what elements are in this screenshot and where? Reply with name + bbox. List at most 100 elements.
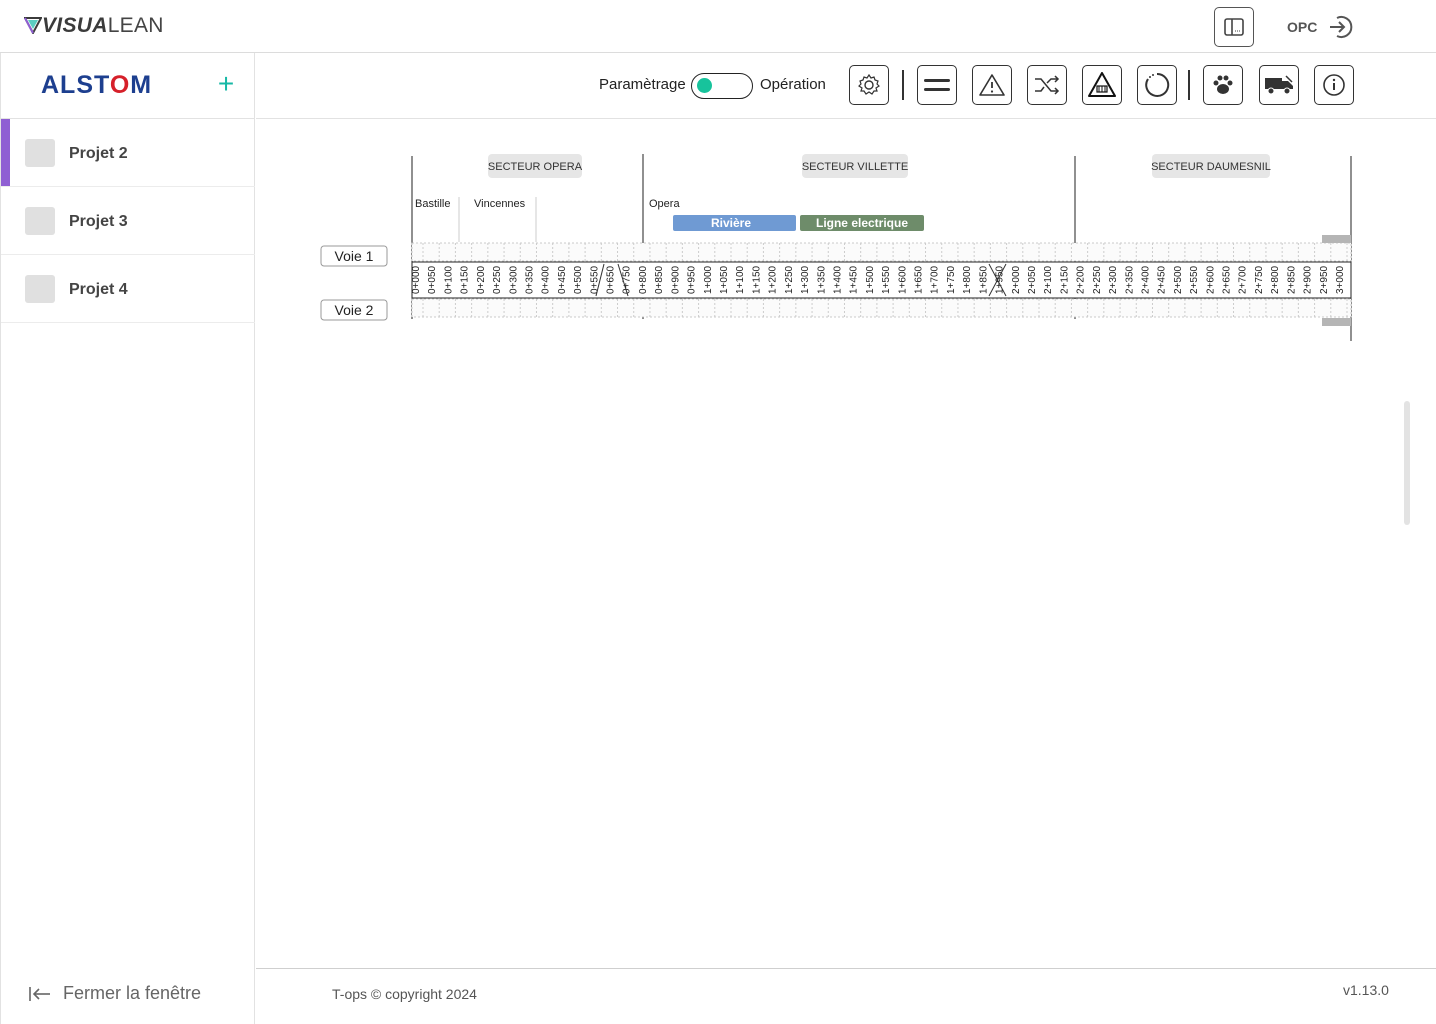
project-label: Projet 4 <box>69 281 128 298</box>
km-label: 2+350 <box>1124 265 1135 294</box>
km-label: 2+700 <box>1238 265 1249 294</box>
km-label: 2+400 <box>1140 265 1151 294</box>
sector-header: SECTEUR VILLETTE <box>802 154 908 178</box>
project-label: Projet 3 <box>69 213 128 230</box>
km-label: 2+050 <box>1027 265 1038 294</box>
info-button[interactable] <box>1314 65 1354 105</box>
sector-header: SECTEUR DAUMESNIL <box>1151 154 1271 178</box>
mode-label-parametrage: Paramètrage <box>599 76 686 93</box>
km-label: 0+100 <box>443 265 454 294</box>
project-thumbnail <box>25 275 55 303</box>
toggle-knob <box>697 78 712 93</box>
road-warning-button[interactable] <box>1082 65 1122 105</box>
km-label: 1+750 <box>946 265 957 294</box>
km-label: 0+950 <box>687 265 698 294</box>
km-label: 0+250 <box>492 265 503 294</box>
km-label: 2+600 <box>1205 265 1216 294</box>
top-bar: VISUALEAN OPC <box>0 0 1436 53</box>
track-label-text: Voie 1 <box>335 248 374 264</box>
equals-button[interactable] <box>917 65 957 105</box>
logout-button[interactable] <box>1328 14 1354 45</box>
km-label: 1+300 <box>800 265 811 294</box>
km-label: 1+600 <box>897 265 908 294</box>
paw-icon <box>1213 75 1233 94</box>
km-label: 1+800 <box>962 265 973 294</box>
layout-icon <box>1224 18 1244 36</box>
km-label: 0+000 <box>411 265 422 294</box>
shuffle-button[interactable] <box>1027 65 1067 105</box>
logout-icon <box>1330 16 1353 38</box>
km-label: 1+150 <box>751 265 762 294</box>
km-label: 0+650 <box>606 265 617 294</box>
km-label: 2+750 <box>1254 265 1265 294</box>
km-label: 1+000 <box>703 265 714 294</box>
km-label: 1+650 <box>914 265 925 294</box>
logo-strong: VISUA <box>42 14 108 37</box>
settings-button[interactable] <box>849 65 889 105</box>
km-label: 1+700 <box>930 265 941 294</box>
refresh-button[interactable] <box>1137 65 1177 105</box>
animals-button[interactable] <box>1203 65 1243 105</box>
add-project-button[interactable]: + <box>213 70 239 98</box>
km-label: 0+150 <box>460 265 471 294</box>
sector-header: SECTEUR OPERA <box>488 154 583 178</box>
km-label: 1+200 <box>768 265 779 294</box>
road-warning-icon <box>1088 72 1116 97</box>
km-label: 1+100 <box>735 265 746 294</box>
track-diagram: SECTEUR OPERA SECTEUR VILLETTE SECTEUR D… <box>320 154 1352 341</box>
info-icon <box>1323 74 1345 96</box>
km-label: 2+100 <box>1043 265 1054 294</box>
visualean-logo: VISUALEAN <box>23 14 164 38</box>
close-window-button[interactable]: Fermer la fenêtre <box>29 983 201 1004</box>
station-label: Bastille <box>415 198 450 210</box>
km-label: 1+400 <box>832 265 843 294</box>
km-label: 0+300 <box>508 265 519 294</box>
sidebar-item-projet-4[interactable]: Projet 4 <box>1 255 255 323</box>
sidebar-item-projet-2[interactable]: Projet 2 <box>1 119 255 187</box>
km-label: 0+800 <box>638 265 649 294</box>
warning-icon <box>979 74 1005 96</box>
vertical-scrollbar[interactable] <box>1404 401 1410 525</box>
km-label: 1+850 <box>978 265 989 294</box>
user-label: OPC <box>1287 19 1318 35</box>
km-label: 0+050 <box>427 265 438 294</box>
km-label: 3+000 <box>1335 265 1346 294</box>
km-label: 2+850 <box>1286 265 1297 294</box>
version-text: v1.13.0 <box>1343 982 1389 998</box>
project-label: Projet 2 <box>69 145 128 162</box>
km-label: 2+200 <box>1076 265 1087 294</box>
km-label: 0+200 <box>476 265 487 294</box>
km-label: 1+550 <box>881 265 892 294</box>
km-label: 2+500 <box>1173 265 1184 294</box>
buffer-stop-voie-2 <box>1322 318 1351 326</box>
km-label: 1+450 <box>849 265 860 294</box>
km-label: 1+250 <box>784 265 795 294</box>
close-window-label: Fermer la fenêtre <box>63 983 202 1003</box>
project-thumbnail <box>25 139 55 167</box>
gear-icon <box>858 73 880 95</box>
layout-toggle-button[interactable] <box>1214 7 1254 47</box>
mode-toggle[interactable] <box>691 73 753 99</box>
station-label: Opera <box>649 198 680 210</box>
km-label: 0+500 <box>573 265 584 294</box>
km-label: 2+950 <box>1319 265 1330 294</box>
km-label: 1+500 <box>865 265 876 294</box>
vehicle-button[interactable] <box>1259 65 1299 105</box>
alstom-logo: ALSTOM <box>41 71 153 99</box>
km-label: 2+550 <box>1189 265 1200 294</box>
mode-label-operation: Opération <box>760 76 826 93</box>
sidebar-item-projet-3[interactable]: Projet 3 <box>1 187 255 255</box>
buffer-stop-voie-1 <box>1322 235 1351 243</box>
zone-label: Rivière <box>711 216 751 230</box>
station-label: Vincennes <box>474 198 526 210</box>
km-label: 0+900 <box>670 265 681 294</box>
km-label: 0+450 <box>557 265 568 294</box>
toolbar-separator <box>902 70 904 100</box>
toolbar: Paramètrage Opération <box>256 53 1436 119</box>
km-label: 2+900 <box>1303 265 1314 294</box>
km-label: 0+550 <box>589 265 600 294</box>
brand-row: ALSTOM + <box>1 53 255 119</box>
zone-label: Ligne electrique <box>816 216 908 230</box>
km-label: 2+300 <box>1108 265 1119 294</box>
warning-button[interactable] <box>972 65 1012 105</box>
